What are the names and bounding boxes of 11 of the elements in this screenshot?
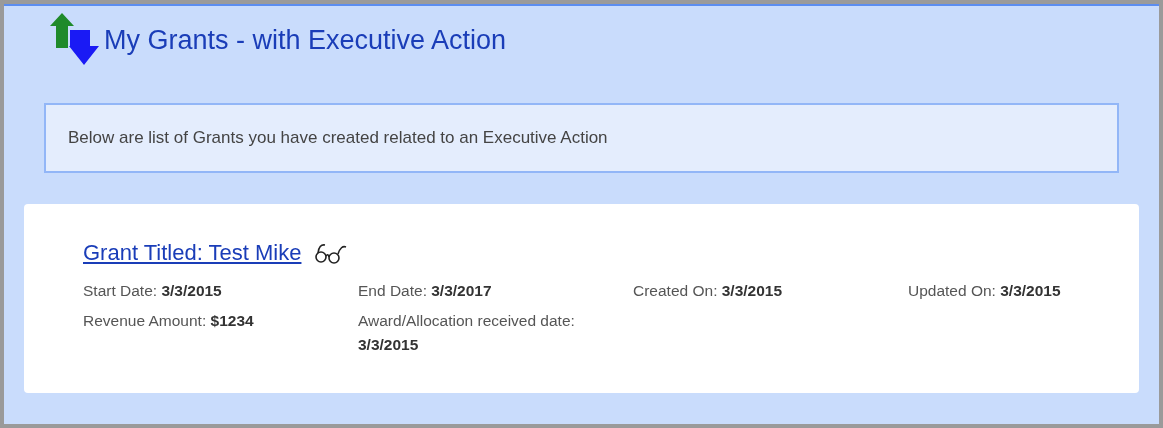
glasses-icon[interactable] (313, 241, 348, 264)
field-text: Award/Allocation received date: 3/3/2015 (358, 311, 576, 355)
field-text: End Date: 3/3/2017 (358, 281, 493, 301)
up-down-arrows-icon (50, 13, 100, 67)
page-title: My Grants - with Executive Action (104, 23, 507, 57)
field-text: Revenue Amount: $1234 (83, 311, 255, 331)
field-text: Start Date: 3/3/2015 (83, 281, 223, 301)
grant-title-link[interactable]: Grant Titled: Test Mike (83, 236, 302, 269)
field-text: Updated On: 3/3/2015 (908, 281, 1062, 301)
field-text: Created On: 3/3/2015 (633, 281, 784, 301)
notice-text: Below are list of Grants you have created related to an Executive Action (68, 127, 608, 150)
